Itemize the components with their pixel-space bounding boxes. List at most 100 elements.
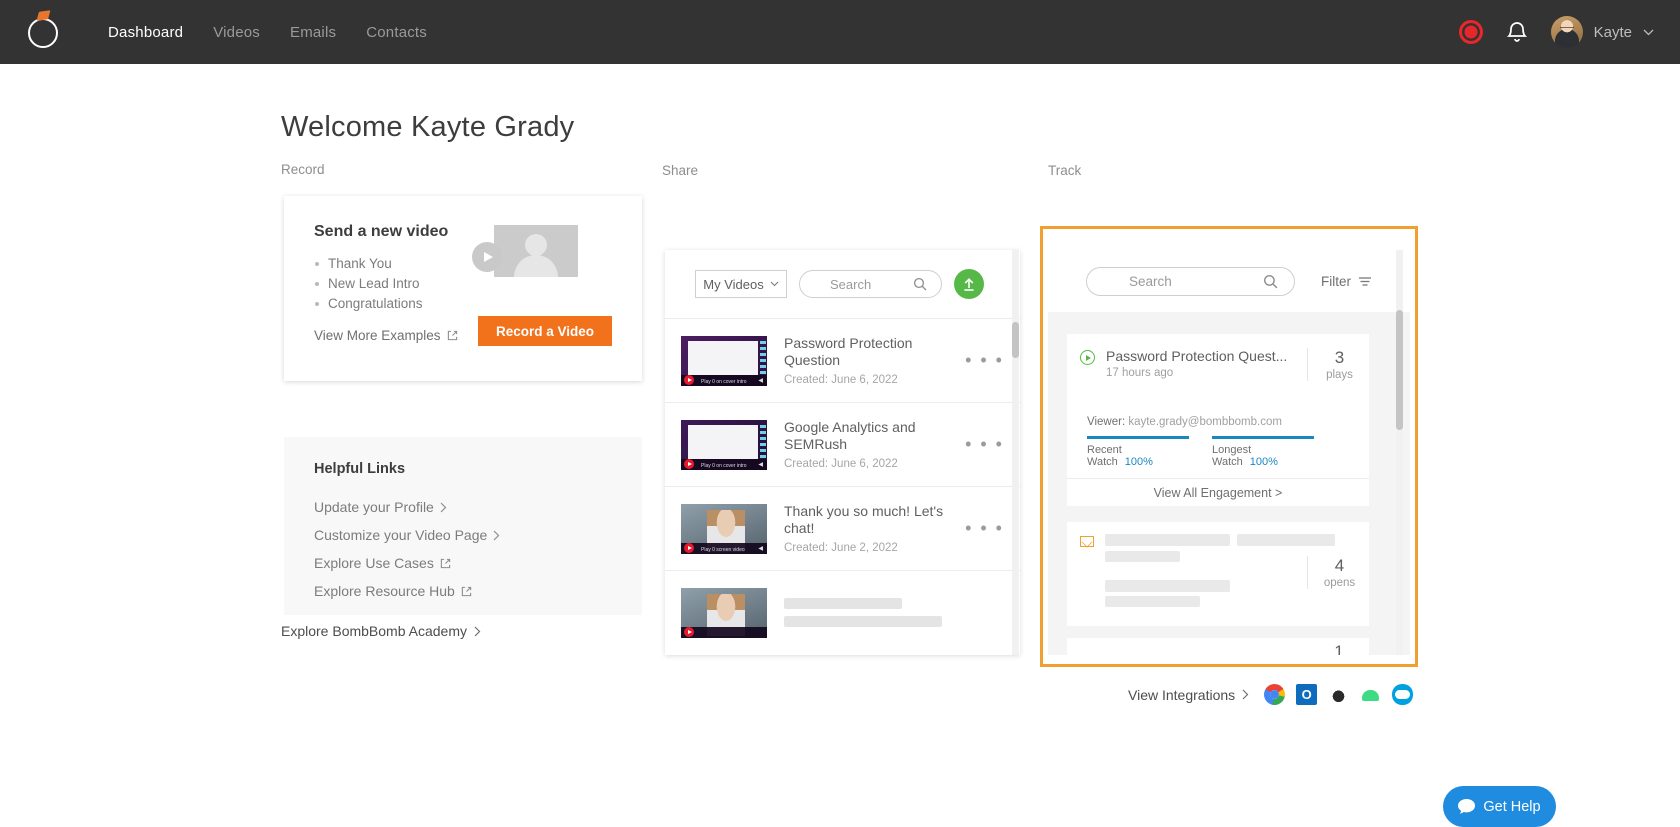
chevron-right-icon [474,626,481,636]
metric-longest-watch: Longest Watch 100% [1212,436,1314,468]
email-open-count-unit: opens [1323,577,1356,589]
envelope-icon [1080,536,1094,547]
track-search-placeholder: Search [1129,273,1172,289]
video-options-menu[interactable]: • • • [965,434,1004,455]
play-icon [684,374,694,385]
list-item: New Lead Intro [314,274,423,294]
helpful-links-panel: Helpful Links Update your Profile Custom… [284,437,642,615]
search-icon [1264,274,1278,288]
redacted-text [1105,551,1180,562]
nav-item-emails[interactable]: Emails [290,24,336,41]
engagement-count-unit: plays [1326,369,1353,381]
table-row[interactable]: Play 0 on cover intro ◀ Google Analytics… [665,402,1020,486]
helpful-link-explore-use-cases[interactable]: Explore Use Cases [314,549,500,577]
metric-label: Recent Watch 100% [1087,444,1189,468]
share-panel: My Videos Search Play 0 on cover intro ◀ [665,250,1020,655]
play-icon [684,458,694,469]
speaker-icon: ◀ [758,545,763,552]
main-nav: Dashboard Videos Emails Contacts [108,24,427,41]
third-engagement-card[interactable]: 1 [1067,638,1369,655]
speaker-icon: ◀ [758,461,763,468]
integrations-footer: View Integrations [1128,684,1414,705]
view-integrations-link[interactable]: View Integrations [1128,687,1249,703]
third-card-count-value: 1 [1334,642,1344,655]
nav-item-dashboard[interactable]: Dashboard [108,24,183,41]
thumbnail-caption: Play 0 screen video [701,546,745,553]
video-title: Google Analytics and SEMRush [784,419,916,452]
view-integrations-label: View Integrations [1128,686,1236,703]
share-scrollbar[interactable] [1012,250,1019,655]
get-help-label: Get Help [1483,798,1541,815]
share-search-placeholder: Search [830,276,872,292]
progress-bar [1087,436,1189,439]
table-row[interactable]: Play 0 screen video ◀ Thank you so much!… [665,486,1020,570]
viewer-info: Viewer: kayte.grady@bombbomb.com [1087,416,1282,428]
video-placeholder-thumbnail [494,225,578,277]
get-help-button[interactable]: Get Help [1443,786,1556,827]
metric-name: Recent Watch [1087,444,1122,468]
email-engagement-card[interactable]: 4 opens [1067,522,1369,626]
helpful-link-label: Explore Use Cases [314,555,434,571]
view-all-engagement-link[interactable]: View All Engagement > [1067,478,1369,506]
engagement-count: 3 plays [1307,348,1369,381]
my-videos-dropdown[interactable]: My Videos [695,270,787,298]
list-item: Congratulations [314,294,423,314]
track-scrollbar-thumb[interactable] [1396,310,1403,430]
helpful-link-customize-video-page[interactable]: Customize your Video Page [314,521,500,549]
metric-value: 100% [1249,456,1278,468]
video-options-menu[interactable]: • • • [965,350,1004,371]
record-icon[interactable] [1458,20,1483,44]
view-more-examples-link[interactable]: View More Examples [314,328,458,343]
nav-item-contacts[interactable]: Contacts [366,24,427,41]
chrome-icon[interactable] [1264,684,1286,705]
bombbomb-logo[interactable] [22,10,66,54]
notifications-bell-icon[interactable] [1505,19,1529,45]
speaker-icon: ◀ [758,377,763,384]
redacted-text [784,598,902,609]
salesforce-icon[interactable] [1392,684,1414,705]
metric-name: Longest Watch [1212,444,1252,468]
track-search-input[interactable]: Search [1086,266,1295,296]
metric-value: 100% [1124,456,1153,468]
record-card: Send a new video Thank You New Lead Intr… [284,196,642,381]
filter-button[interactable]: Filter [1321,274,1372,289]
logo-ring [28,18,58,48]
video-thumbnail: Play 0 screen video ◀ [681,503,767,554]
video-thumbnail [681,587,767,638]
android-icon[interactable] [1360,684,1381,705]
explore-academy-label: Explore BombBomb Academy [281,623,467,639]
upload-video-button[interactable] [954,269,984,299]
video-list: Play 0 on cover intro ◀ Password Protect… [665,318,1020,654]
helpful-link-update-profile[interactable]: Update your Profile [314,493,500,521]
apple-icon[interactable] [1328,684,1349,705]
engagement-timestamp: 17 hours ago [1106,367,1174,379]
my-videos-dropdown-label: My Videos [703,276,764,292]
metric-label: Longest Watch 100% [1212,444,1314,468]
chevron-right-icon [440,502,447,512]
video-thumbnail: Play 0 on cover intro ◀ [681,419,767,470]
explore-academy-link[interactable]: Explore BombBomb Academy [281,623,481,639]
table-row[interactable] [665,570,1020,654]
external-link-icon [447,330,457,341]
engagement-card[interactable]: Password Protection Quest... 17 hours ag… [1067,334,1369,412]
share-scrollbar-thumb[interactable] [1012,322,1019,358]
video-meta: Password Protection Question Created: Ju… [784,335,965,386]
helpful-link-explore-resource-hub[interactable]: Explore Resource Hub [314,577,500,605]
video-meta: Google Analytics and SEMRush Created: Ju… [784,419,965,470]
share-search-input[interactable]: Search [799,270,942,298]
nav-item-videos[interactable]: Videos [213,24,260,41]
chat-bubble-icon [1458,799,1476,814]
record-a-video-button[interactable]: Record a Video [478,316,612,346]
list-item: Thank You [314,254,423,274]
thumbnail-caption: Play 0 on cover intro [701,378,747,385]
column-label-record: Record [281,162,325,177]
user-name-label: Kayte [1593,23,1632,41]
video-options-menu[interactable]: • • • [965,518,1004,539]
user-menu[interactable]: Kayte [1550,16,1654,48]
table-row[interactable]: Play 0 on cover intro ◀ Password Protect… [665,318,1020,402]
play-circle-icon [1080,350,1095,365]
video-meta: Thank you so much! Let's chat! Created: … [784,503,965,554]
outlook-icon[interactable] [1296,684,1318,705]
filter-icon [1359,276,1371,286]
play-icon [684,626,694,637]
